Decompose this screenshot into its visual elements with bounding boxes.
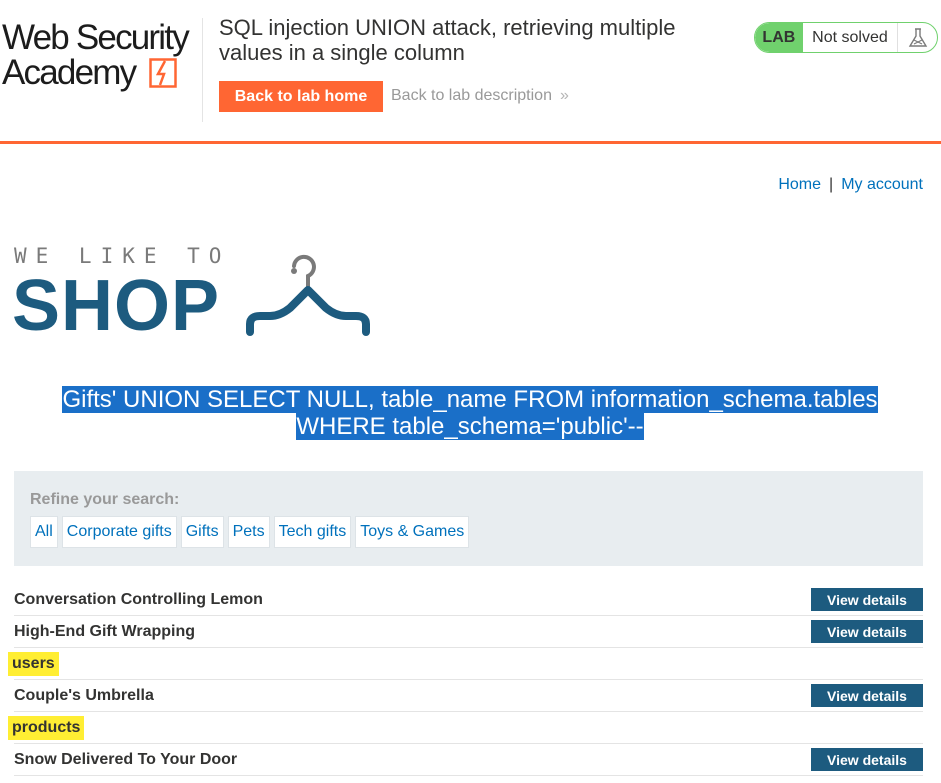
flask-icon — [897, 23, 937, 52]
back-to-lab-description-link[interactable]: Back to lab description » — [391, 87, 569, 105]
product-name: High-End Gift Wrapping — [14, 622, 196, 640]
product-table: Conversation Controlling Lemon View deta… — [8, 584, 923, 776]
header-divider — [202, 18, 203, 122]
shop-tagline: WE LIKE TO — [14, 244, 231, 268]
refine-search-label: Refine your search: — [30, 491, 180, 508]
product-name: Couple's Umbrella — [14, 686, 154, 704]
table-row: Conversation Controlling Lemon View deta… — [14, 584, 923, 616]
view-details-button[interactable]: View details — [811, 620, 923, 643]
back-to-lab-description-label: Back to lab description — [391, 87, 552, 104]
filter-all[interactable]: All — [30, 516, 58, 548]
academy-header: Web Security Academy SQL injection UNION… — [0, 0, 941, 144]
view-details-button[interactable]: View details — [811, 588, 923, 611]
lab-badge: LAB — [755, 23, 803, 52]
filter-gifts[interactable]: Gifts — [180, 516, 224, 548]
highlighted-table-name: products — [8, 715, 85, 740]
filter-pets[interactable]: Pets — [227, 516, 270, 548]
home-link[interactable]: Home — [778, 176, 821, 193]
lab-status-text: Not solved — [812, 28, 888, 46]
search-term-line-1: Gifts' UNION SELECT NULL, table_name FRO… — [62, 386, 878, 413]
view-details-button[interactable]: View details — [811, 748, 923, 771]
lightning-bolt-icon — [149, 58, 177, 88]
search-term-heading: Gifts' UNION SELECT NULL, table_name FRO… — [20, 386, 920, 440]
logo-line-1: Web Security — [2, 18, 190, 57]
back-to-lab-home-button[interactable]: Back to lab home — [219, 81, 383, 112]
filter-tech-gifts[interactable]: Tech gifts — [273, 516, 352, 548]
view-details-button[interactable]: View details — [811, 684, 923, 707]
shop-wordmark: SHOP — [12, 266, 221, 346]
filter-toys-and-games[interactable]: Toys & Games — [355, 516, 470, 548]
filter-panel: Refine your search: All Corporate gifts … — [14, 471, 923, 566]
account-nav: Home | My account — [778, 176, 923, 194]
my-account-link[interactable]: My account — [841, 176, 923, 193]
shop-logo: WE LIKE TO SHOP — [12, 240, 374, 346]
filter-list: All Corporate gifts Gifts Pets Tech gift… — [30, 516, 473, 548]
highlighted-table-name: users — [8, 651, 59, 676]
logo-line-2: Academy — [2, 53, 137, 92]
product-name: Snow Delivered To Your Door — [14, 750, 238, 768]
search-term-line-2: WHERE table_schema='public'-- — [296, 413, 644, 440]
filter-corporate-gifts[interactable]: Corporate gifts — [61, 516, 177, 548]
table-row: products — [8, 712, 923, 744]
table-row: High-End Gift Wrapping View details — [14, 616, 923, 648]
table-row: users — [8, 648, 923, 680]
table-row: Snow Delivered To Your Door View details — [14, 744, 923, 776]
double-chevron-right-icon: » — [559, 87, 569, 104]
nav-separator: | — [829, 176, 834, 193]
product-name: Conversation Controlling Lemon — [14, 590, 263, 608]
hanger-icon — [246, 254, 370, 336]
lab-status-widget: LAB Not solved — [754, 22, 938, 53]
table-row: Couple's Umbrella View details — [14, 680, 923, 712]
lab-title: SQL injection UNION attack, retrieving m… — [219, 15, 676, 65]
web-security-academy-logo[interactable]: Web Security Academy — [2, 20, 202, 100]
